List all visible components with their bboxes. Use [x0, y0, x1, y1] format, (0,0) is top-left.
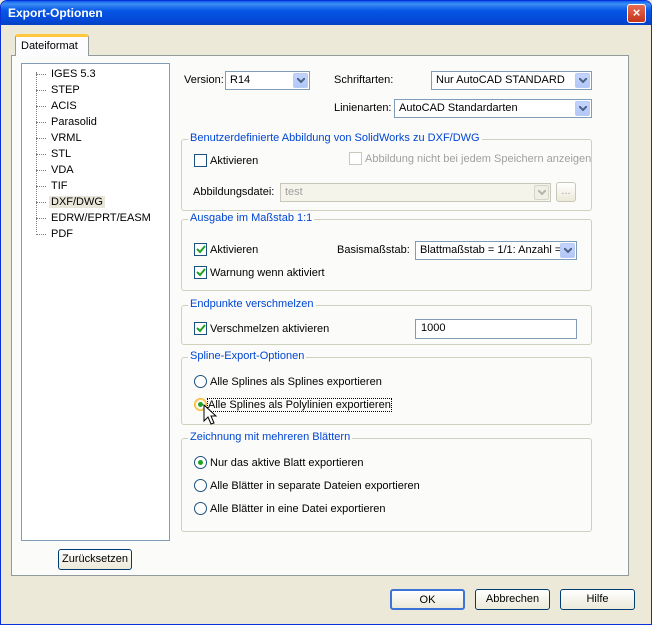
chevron-down-icon[interactable]: [534, 185, 549, 200]
spline-opt2-label: Alle Splines als Polylinien exportieren: [207, 398, 392, 412]
chevron-down-icon[interactable]: [560, 243, 575, 258]
version-select[interactable]: R14: [225, 71, 310, 90]
fonts-label: Schriftarten:: [334, 74, 394, 86]
title-bar[interactable]: Export-Optionen ×: [1, 1, 651, 25]
sheets-opt1-label: Nur das aktive Blatt exportieren: [210, 457, 364, 469]
format-tree[interactable]: IGES 5.3 STEP ACIS Parasolid VRML STL VD…: [21, 63, 170, 541]
warn-checkbox[interactable]: [194, 266, 207, 279]
linetypes-value: AutoCAD Standardarten: [399, 102, 518, 114]
help-button[interactable]: Hilfe: [560, 589, 635, 610]
tree-item-iges[interactable]: IGES 5.3: [36, 66, 98, 82]
scale-activate-label: Aktivieren: [210, 244, 259, 256]
close-icon: ×: [632, 5, 641, 20]
check-icon: [196, 268, 206, 277]
mouse-cursor-icon: [203, 404, 217, 425]
tree-item-edrw[interactable]: EDRW/EPRT/EASM: [36, 210, 153, 226]
check-icon: [196, 245, 206, 254]
tree-item-acis[interactable]: ACIS: [36, 98, 79, 114]
cancel-label: Abbrechen: [485, 593, 540, 605]
export-options-dialog: Export-Optionen × Dateiformat IGES 5.3 S…: [0, 0, 652, 625]
spline-title: Spline-Export-Optionen: [188, 350, 307, 362]
ok-button[interactable]: OK: [390, 589, 465, 610]
custom-map-activate-checkbox[interactable]: [194, 154, 207, 167]
version-label: Version:: [184, 74, 224, 86]
scale-title: Ausgabe im Maßstab 1:1: [188, 212, 315, 224]
reset-button[interactable]: Zurücksetzen: [58, 549, 132, 570]
close-button[interactable]: ×: [627, 4, 646, 23]
chevron-down-icon[interactable]: [575, 101, 590, 116]
linetypes-select[interactable]: AutoCAD Standardarten: [394, 99, 592, 118]
file-value: test: [285, 186, 303, 198]
sheets-opt3-label: Alle Blätter in eine Datei exportieren: [210, 503, 386, 515]
spline-opt1-label: Alle Splines als Splines exportieren: [210, 376, 382, 388]
tab-label: Dateiformat: [21, 40, 78, 52]
scale-activate-checkbox[interactable]: [194, 243, 207, 256]
browse-button[interactable]: ...: [556, 182, 576, 202]
custom-map-title: Benutzerdefinierte Abbildung von SolidWo…: [188, 132, 482, 144]
tree-item-dxf-dwg[interactable]: DXF/DWG: [36, 194, 105, 210]
tree-item-parasolid[interactable]: Parasolid: [36, 114, 99, 130]
ok-label: OK: [419, 594, 436, 606]
tree-item-vda[interactable]: VDA: [36, 162, 76, 178]
reset-button-label: Zurücksetzen: [61, 553, 129, 565]
base-scale-value: Blattmaßstab = 1/1: Anzahl =: [420, 244, 562, 256]
base-scale-label: Basismaßstab:: [337, 244, 410, 256]
file-select[interactable]: test: [280, 183, 551, 202]
sheets-opt3-radio[interactable]: [194, 502, 207, 515]
sheets-opt2-label: Alle Blätter in separate Dateien exporti…: [210, 480, 420, 492]
linetypes-label: Linienarten:: [334, 102, 392, 114]
sheets-opt1-radio[interactable]: [194, 456, 207, 469]
chevron-down-icon[interactable]: [293, 73, 308, 88]
fonts-select[interactable]: Nur AutoCAD STANDARD: [431, 71, 592, 90]
tree-item-pdf[interactable]: PDF: [36, 226, 75, 242]
version-value: R14: [230, 74, 251, 86]
file-label: Abbildungsdatei:: [193, 186, 275, 198]
merge-label: Verschmelzen aktivieren: [210, 323, 330, 335]
sheets-opt2-radio[interactable]: [194, 479, 207, 492]
spline-opt1-radio[interactable]: [194, 375, 207, 388]
chevron-down-icon[interactable]: [575, 73, 590, 88]
help-label: Hilfe: [586, 593, 609, 605]
merge-value: 1000: [421, 322, 446, 334]
base-scale-select[interactable]: Blattmaßstab = 1/1: Anzahl =: [415, 241, 577, 260]
merge-title: Endpunkte verschmelzen: [188, 298, 316, 310]
cancel-button[interactable]: Abbrechen: [475, 589, 550, 610]
tree-item-step[interactable]: STEP: [36, 82, 82, 98]
merge-value-input[interactable]: 1000: [415, 319, 577, 339]
spline-group: Spline-Export-Optionen: [181, 350, 592, 425]
tree-item-stl[interactable]: STL: [36, 146, 73, 162]
merge-checkbox[interactable]: [194, 322, 207, 335]
fonts-value: Nur AutoCAD STANDARD: [436, 74, 565, 86]
tree-item-vrml[interactable]: VRML: [36, 130, 84, 146]
custom-map-activate-label: Aktivieren: [210, 155, 259, 167]
check-icon: [196, 324, 206, 333]
window-title: Export-Optionen: [8, 6, 103, 20]
warn-label: Warnung wenn aktiviert: [210, 267, 325, 279]
no-show-label: Abbildung nicht bei jedem Speichern anze…: [365, 153, 592, 165]
tab-dateiformat[interactable]: Dateiformat: [15, 34, 89, 56]
no-show-checkbox[interactable]: [349, 152, 362, 165]
sheets-title: Zeichnung mit mehreren Blättern: [188, 431, 353, 443]
browse-label: ...: [561, 185, 571, 197]
tree-item-tif[interactable]: TIF: [36, 178, 70, 194]
